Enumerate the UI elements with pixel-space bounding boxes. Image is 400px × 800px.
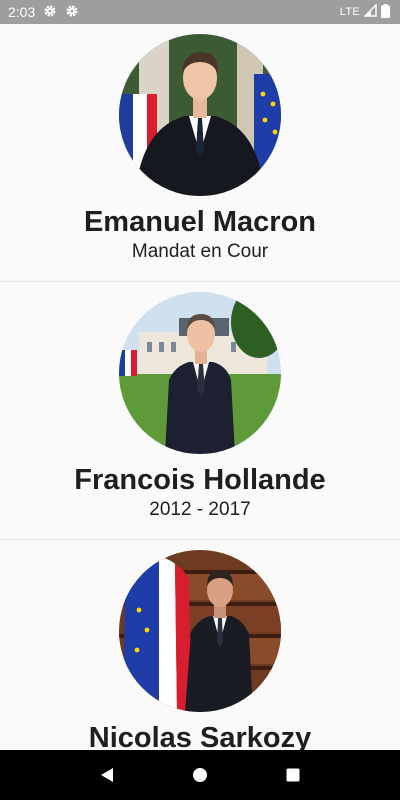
back-button[interactable]: [87, 755, 127, 795]
president-list[interactable]: Emanuel Macron Mandat en Cour Francois H…: [0, 24, 400, 750]
network-type: LTE: [339, 6, 360, 18]
back-icon: [100, 768, 113, 782]
president-term: 2012 - 2017: [149, 499, 251, 520]
president-name: Emanuel Macron: [83, 206, 317, 238]
status-bar: 2:03 LTE: [0, 0, 400, 24]
signal-icon: [363, 3, 377, 20]
status-bar-right: LTE: [339, 3, 390, 21]
president-name: Francois Hollande: [74, 464, 326, 496]
president-portrait: [119, 34, 281, 196]
gear-icon: [65, 4, 79, 21]
home-icon: [192, 768, 207, 782]
president-card[interactable]: Francois Hollande 2012 - 2017: [0, 282, 400, 540]
president-portrait: [119, 550, 281, 712]
president-card[interactable]: Emanuel Macron Mandat en Cour: [0, 24, 400, 282]
navigation-bar: [0, 750, 400, 800]
recents-icon: [286, 768, 300, 782]
president-name: Nicolas Sarkozy: [88, 722, 312, 750]
battery-icon: [381, 3, 390, 21]
president-portrait: [119, 292, 281, 454]
status-time: 2:03: [8, 4, 36, 20]
gear-icon: [43, 4, 57, 21]
status-bar-left: 2:03: [8, 4, 79, 21]
home-button[interactable]: [180, 755, 220, 795]
recents-button[interactable]: [273, 755, 313, 795]
president-term: Mandat en Cour: [131, 241, 269, 262]
president-card[interactable]: Nicolas Sarkozy: [0, 540, 400, 750]
